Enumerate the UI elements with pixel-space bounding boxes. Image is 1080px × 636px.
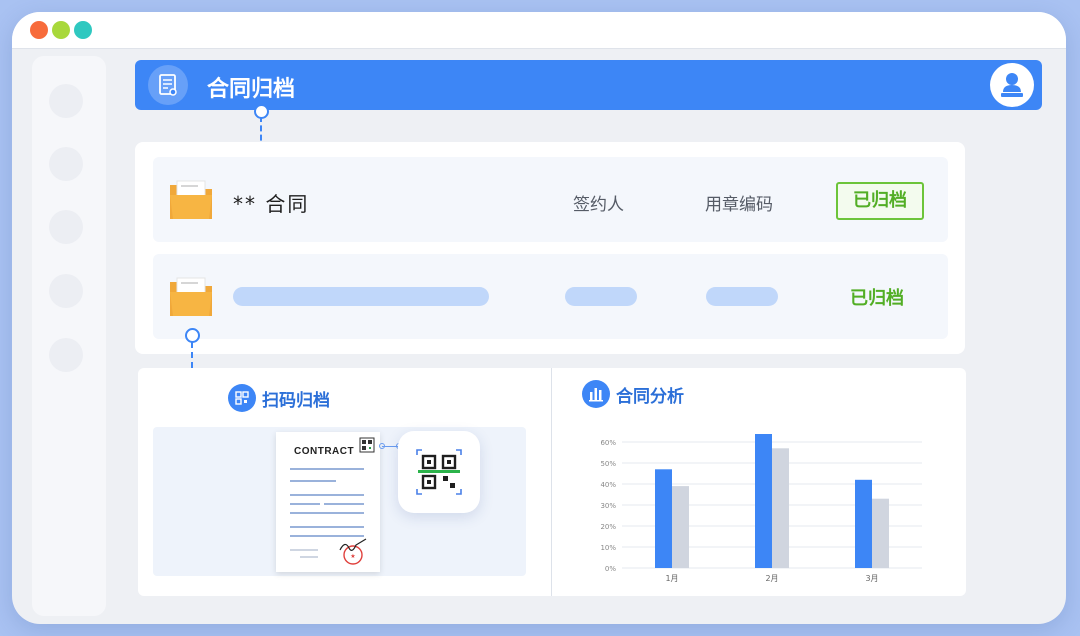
x-tick-label: 2月 — [765, 574, 778, 583]
sidebar-item[interactable] — [49, 84, 83, 118]
bar — [755, 434, 772, 568]
contract-doc-icon — [148, 65, 188, 105]
app-window: 合同归档 ** 合同 签约人 用章编码 已归档 已归档 扫码归档 CONTRAC… — [12, 12, 1066, 624]
seal-code-label: 用章编码 — [705, 195, 773, 215]
page-title: 合同归档 — [207, 77, 296, 102]
signer-label: 签约人 — [573, 195, 624, 215]
y-tick-label: 30% — [600, 502, 616, 510]
bar — [772, 448, 789, 568]
document-heading: CONTRACT — [294, 446, 355, 457]
title-placeholder — [233, 287, 489, 306]
sidebar-item[interactable] — [49, 210, 83, 244]
contract-list-card: ** 合同 签约人 用章编码 已归档 已归档 — [135, 142, 965, 354]
x-tick-label: 3月 — [865, 574, 878, 583]
y-tick-label: 50% — [600, 460, 616, 468]
connector-node — [254, 104, 269, 119]
contract-document: CONTRACT ★ — [276, 432, 380, 572]
archived-status-text: 已归档 — [850, 288, 904, 309]
scan-area: CONTRACT ★ — [153, 427, 526, 576]
minimize-window-button[interactable] — [52, 21, 70, 39]
seal-code-placeholder — [706, 287, 778, 306]
sidebar-item[interactable] — [49, 274, 83, 308]
sidebar-item[interactable] — [49, 147, 83, 181]
seal-stamp-icon: ★ — [339, 538, 367, 565]
bar-chart: 0% 10% 20% 30% 40% 50% 60% 1月 2月 3月 — [600, 434, 922, 583]
bar — [872, 498, 889, 568]
qr-scan-icon — [228, 384, 256, 412]
contract-title: ** 合同 — [233, 192, 310, 216]
contract-analysis-title: 合同分析 — [616, 387, 684, 407]
x-tick-label: 1月 — [665, 574, 678, 583]
scan-archive-card: 扫码归档 CONTRACT ★ — [138, 368, 551, 596]
y-tick-label: 40% — [600, 481, 616, 489]
title-bar — [12, 12, 1066, 49]
svg-text:★: ★ — [350, 553, 355, 560]
bar — [855, 479, 872, 568]
contract-row[interactable]: 已归档 — [153, 254, 948, 339]
maximize-window-button[interactable] — [74, 21, 92, 39]
bar — [672, 486, 689, 568]
signer-placeholder — [565, 287, 637, 306]
archived-status-badge: 已归档 — [836, 182, 924, 220]
connector-node — [185, 328, 200, 343]
bar-chart-icon — [582, 380, 610, 408]
y-tick-label: 60% — [600, 439, 616, 447]
header-bar: 合同归档 — [135, 60, 1042, 110]
contract-analysis-card: 合同分析 0% 10% 20% 30% 40% 50% 60% 1月 2月 3月 — [552, 368, 966, 596]
qr-scanner-icon[interactable] — [398, 431, 480, 513]
folder-icon — [170, 277, 212, 316]
folder-icon — [170, 180, 212, 219]
y-tick-label: 0% — [605, 565, 616, 573]
user-avatar-icon[interactable] — [990, 63, 1034, 107]
y-tick-label: 10% — [600, 544, 616, 552]
sidebar — [32, 56, 106, 616]
close-window-button[interactable] — [30, 21, 48, 39]
contract-row[interactable]: ** 合同 签约人 用章编码 已归档 — [153, 157, 948, 242]
doc-qr-icon — [359, 437, 375, 453]
bar — [655, 469, 672, 568]
sidebar-item[interactable] — [49, 338, 83, 372]
y-tick-label: 20% — [600, 523, 616, 531]
scan-archive-title: 扫码归档 — [262, 391, 330, 411]
